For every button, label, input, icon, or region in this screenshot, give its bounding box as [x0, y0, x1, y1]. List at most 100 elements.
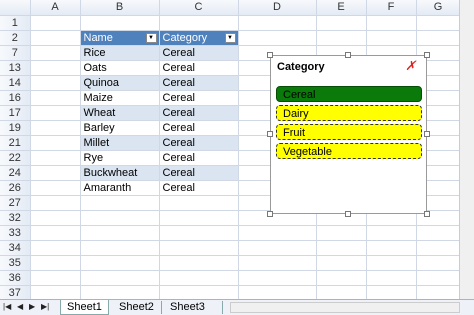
cell[interactable] [159, 285, 239, 299]
cell[interactable] [416, 285, 461, 299]
cell[interactable] [238, 225, 317, 241]
category-cell[interactable]: Cereal [159, 150, 239, 166]
row-header[interactable]: 21 [0, 135, 31, 151]
row-header[interactable]: 16 [0, 90, 31, 106]
first-sheet-icon[interactable]: |◀ [3, 302, 11, 311]
cell[interactable] [159, 15, 239, 31]
column-header-a[interactable]: A [30, 0, 81, 16]
cell[interactable] [366, 240, 417, 256]
slicer-item-cereal[interactable]: Cereal [276, 86, 422, 102]
slicer-item-dairy[interactable]: Dairy [276, 105, 422, 121]
column-header-c[interactable]: C [159, 0, 239, 16]
column-header-d[interactable]: D [238, 0, 317, 16]
cell[interactable] [316, 30, 367, 46]
column-header-e[interactable]: E [316, 0, 367, 16]
cell[interactable] [416, 240, 461, 256]
cell[interactable] [238, 285, 317, 299]
resize-handle-se[interactable] [424, 211, 430, 217]
name-cell[interactable]: Rice [80, 45, 160, 61]
filter-applied-icon[interactable]: ▼ [224, 32, 236, 43]
row-header[interactable]: 17 [0, 105, 31, 121]
cell[interactable] [416, 225, 461, 241]
resize-handle-ne[interactable] [424, 52, 430, 58]
category-column-header[interactable]: Category ▼ [159, 30, 239, 46]
name-cell[interactable]: Quinoa [80, 75, 160, 91]
cell[interactable] [30, 165, 81, 181]
cell[interactable] [159, 225, 239, 241]
category-cell[interactable]: Cereal [159, 105, 239, 121]
cell[interactable] [366, 270, 417, 286]
category-cell[interactable]: Cereal [159, 165, 239, 181]
category-cell[interactable]: Cereal [159, 135, 239, 151]
category-cell[interactable]: Cereal [159, 60, 239, 76]
cell[interactable] [366, 255, 417, 271]
cell[interactable] [30, 75, 81, 91]
row-header[interactable]: 36 [0, 270, 31, 286]
row-header[interactable]: 13 [0, 60, 31, 76]
cell[interactable] [316, 15, 367, 31]
row-header[interactable]: 26 [0, 180, 31, 196]
slicer-item-vegetable[interactable]: Vegetable [276, 143, 422, 159]
name-cell[interactable]: Buckwheat [80, 165, 160, 181]
name-cell[interactable]: Barley [80, 120, 160, 136]
name-cell[interactable]: Rye [80, 150, 160, 166]
cell[interactable] [416, 30, 461, 46]
cell[interactable] [159, 195, 239, 211]
row-header[interactable]: 1 [0, 15, 31, 31]
column-header-g[interactable]: G [416, 0, 461, 16]
cell[interactable] [159, 240, 239, 256]
category-cell[interactable]: Cereal [159, 90, 239, 106]
tab-sheet2[interactable]: Sheet2 [113, 300, 160, 315]
category-slicer[interactable]: Category ✗ Cereal Dairy Fruit Vegetable [270, 55, 427, 214]
cell[interactable] [30, 180, 81, 196]
row-header[interactable]: 27 [0, 195, 31, 211]
cell[interactable] [30, 120, 81, 136]
cell[interactable] [159, 270, 239, 286]
cell[interactable] [316, 225, 367, 241]
row-header[interactable]: 24 [0, 165, 31, 181]
cell[interactable] [238, 270, 317, 286]
tab-sheet3[interactable]: Sheet3 [164, 300, 211, 315]
name-cell[interactable]: Amaranth [80, 180, 160, 196]
cell[interactable] [80, 240, 160, 256]
cell[interactable] [30, 270, 81, 286]
cell[interactable] [238, 15, 317, 31]
row-header[interactable]: 35 [0, 255, 31, 271]
prev-sheet-icon[interactable]: ◀ [17, 302, 23, 311]
cell[interactable] [80, 285, 160, 299]
next-sheet-icon[interactable]: ▶ [29, 302, 35, 311]
name-cell[interactable]: Wheat [80, 105, 160, 121]
horizontal-scrollbar[interactable] [230, 302, 460, 313]
cell[interactable] [416, 270, 461, 286]
category-cell[interactable]: Cereal [159, 180, 239, 196]
cell[interactable] [366, 285, 417, 299]
name-cell[interactable]: Oats [80, 60, 160, 76]
cell[interactable] [416, 255, 461, 271]
cell[interactable] [159, 210, 239, 226]
cell[interactable] [30, 255, 81, 271]
tab-sheet1[interactable]: Sheet1 [60, 300, 109, 315]
cell[interactable] [238, 240, 317, 256]
cell[interactable] [316, 255, 367, 271]
resize-handle-n[interactable] [345, 52, 351, 58]
category-cell[interactable]: Cereal [159, 75, 239, 91]
cell[interactable] [366, 30, 417, 46]
cell[interactable] [30, 240, 81, 256]
row-header[interactable]: 34 [0, 240, 31, 256]
cell[interactable] [30, 210, 81, 226]
cell[interactable] [30, 135, 81, 151]
row-header[interactable]: 37 [0, 285, 31, 299]
cell[interactable] [80, 15, 160, 31]
row-header[interactable]: 14 [0, 75, 31, 91]
row-header[interactable]: 19 [0, 120, 31, 136]
slicer-item-fruit[interactable]: Fruit [276, 124, 422, 140]
column-header-b[interactable]: B [80, 0, 160, 16]
column-header-f[interactable]: F [366, 0, 417, 16]
cell[interactable] [159, 255, 239, 271]
cell[interactable] [80, 210, 160, 226]
cell[interactable] [80, 225, 160, 241]
cell[interactable] [316, 240, 367, 256]
name-cell[interactable]: Maize [80, 90, 160, 106]
filter-dropdown-icon[interactable]: ▼ [145, 32, 157, 43]
last-sheet-icon[interactable]: ▶| [41, 302, 49, 311]
